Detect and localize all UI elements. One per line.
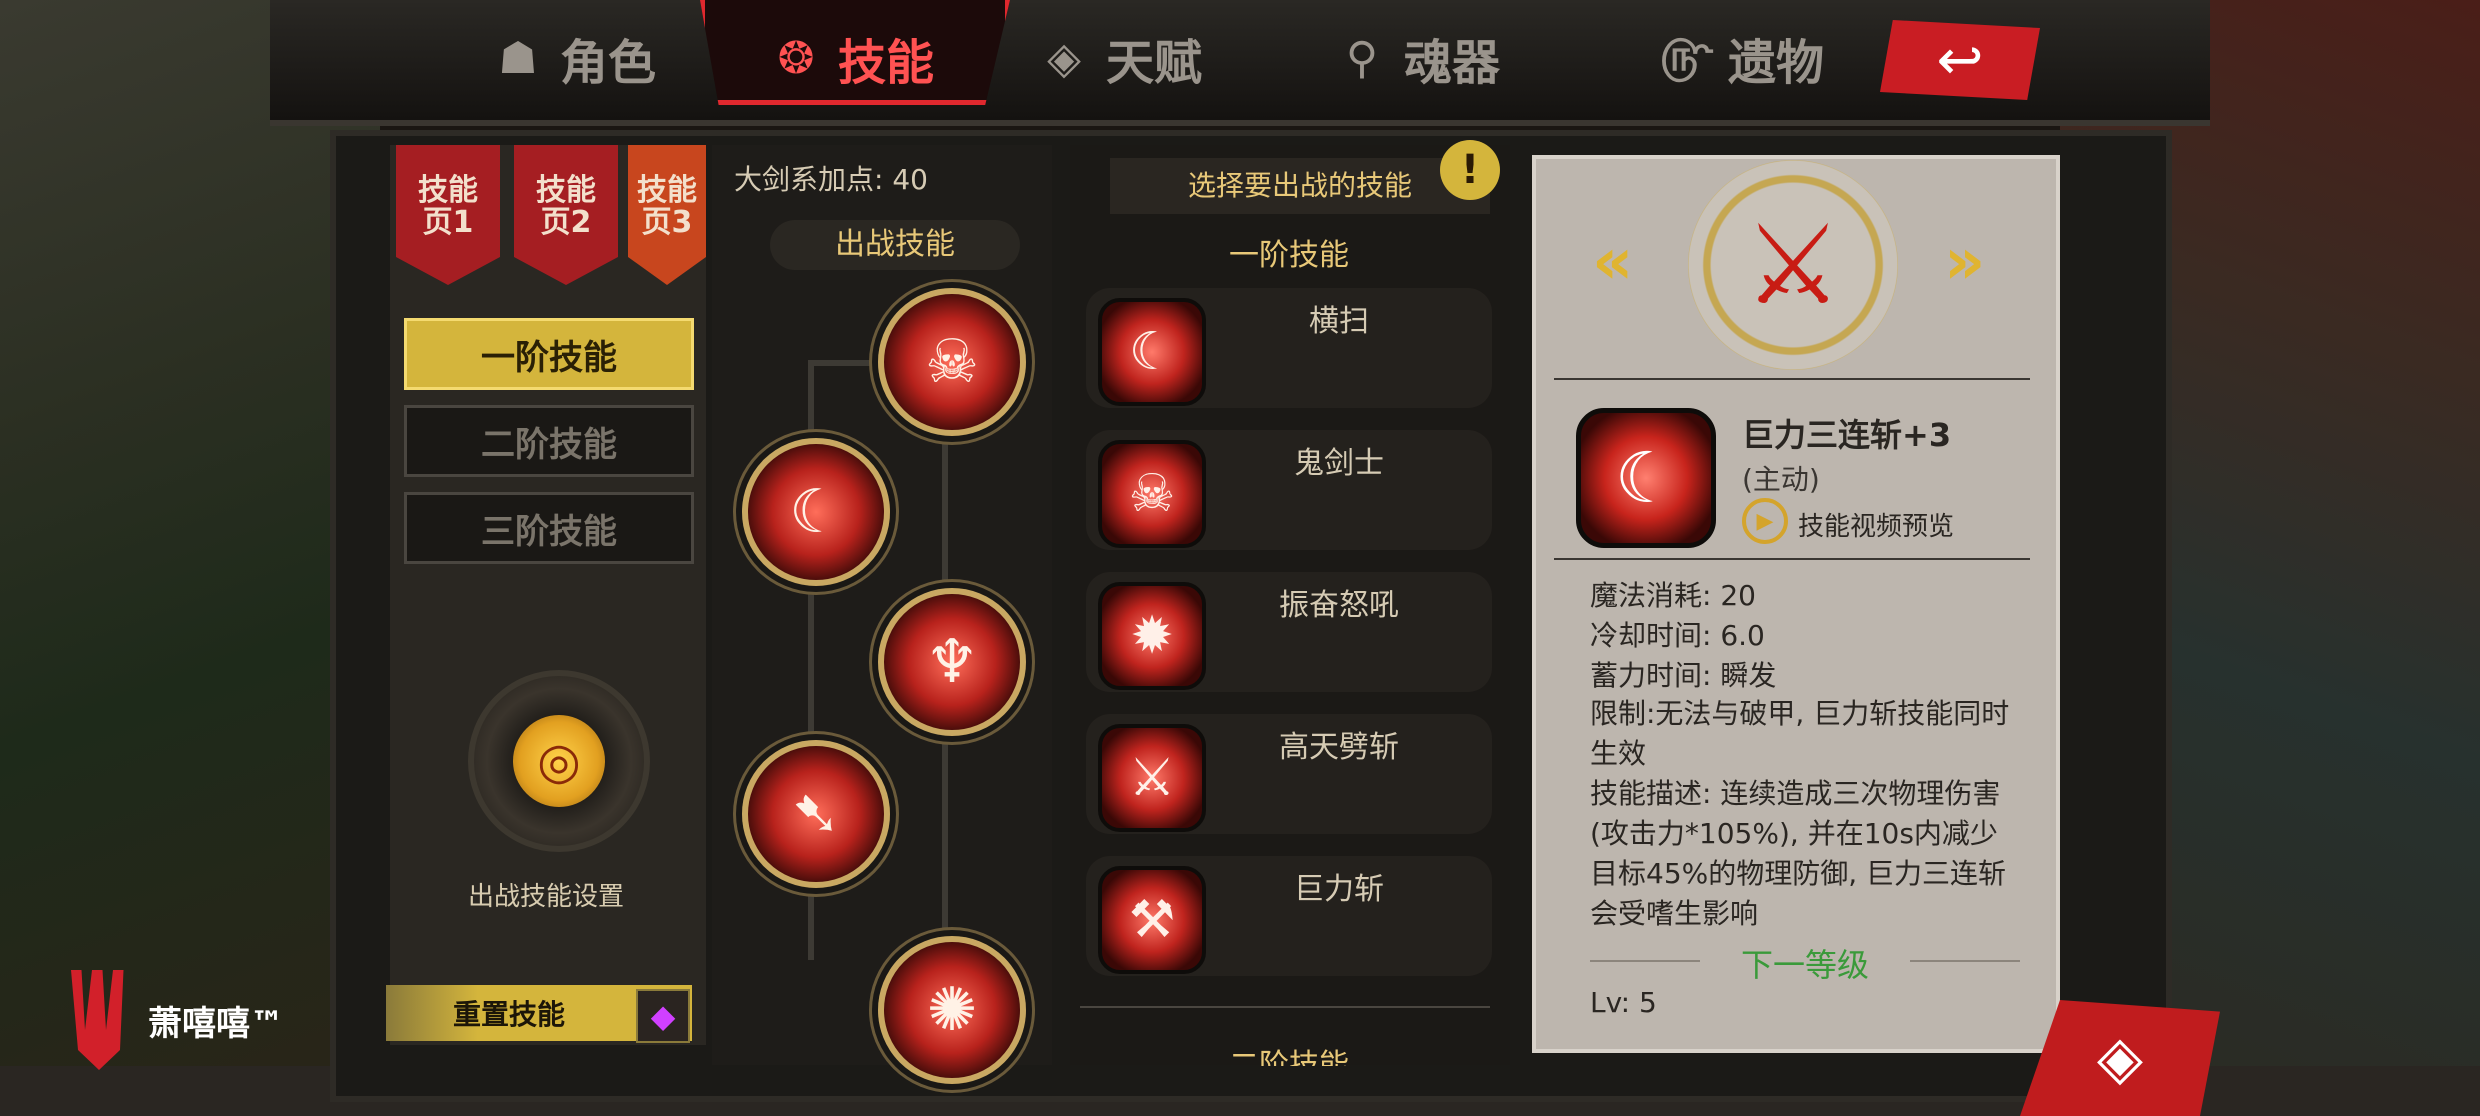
tier-2-button[interactable]: 二阶技能 (404, 405, 694, 477)
skill-page-label: 技能 页1 (418, 173, 478, 240)
tab-label: 技能 (838, 35, 935, 91)
winged-warrior-icon: ♆ (925, 627, 979, 697)
purple-gem-icon: ◆ (636, 989, 690, 1043)
tab-character[interactable]: ☗ 角色 (490, 18, 656, 98)
next-weapon-arrow-icon[interactable]: » (1944, 225, 1985, 299)
video-preview-label[interactable]: 技能视频预览 (1798, 506, 1954, 543)
tab-label: 魂器 (1404, 35, 1501, 91)
next-level-line-right (1910, 960, 2020, 962)
skill-page-1-tab[interactable]: 技能 页1 (396, 145, 500, 285)
tab-label: 天赋 (1106, 35, 1203, 91)
tier-label: 二阶技能 (481, 424, 617, 465)
skill-page-label: 技能 页2 (536, 173, 596, 240)
skill-list-item[interactable]: ⚒ 巨力斩 (1086, 856, 1492, 976)
battle-skill-slot-triple-slash[interactable]: ➷ (742, 740, 890, 888)
skill-page-label: 技能 页3 (637, 173, 697, 240)
skill-page-3-tab[interactable]: 技能 页3 (628, 145, 706, 285)
curve-slash-icon: ➷ (790, 779, 842, 849)
battle-skill-setting-label: 出战技能设置 (467, 882, 624, 912)
tier-label: 一阶技能 (481, 337, 617, 378)
skill-page-2-tab[interactable]: 技能 页2 (514, 145, 618, 285)
scroll-icon: ◈ (2096, 1023, 2144, 1093)
hint-exclamation-icon[interactable]: ! (1440, 140, 1500, 200)
battle-skill-tree-panel (712, 145, 1052, 1065)
skill-description: 技能描述: 连续造成三次物理伤害(攻击力*105%), 并在10s内减少目标45… (1590, 777, 2007, 930)
next-level-label: 下一等级 (1740, 946, 1869, 984)
next-level-value: Lv: 5 (1590, 986, 1657, 1019)
battle-skill-slot-whirl[interactable]: ✺ (878, 936, 1026, 1084)
back-button[interactable]: ↩ (1880, 20, 2040, 100)
skill-name: 振奋怒吼 (1279, 588, 1399, 623)
soul-orb-icon: ⚲ (1345, 32, 1379, 84)
card-divider (1554, 558, 2030, 560)
swirl-emblem-icon: ◎ (513, 715, 605, 807)
battle-skill-slot-roar[interactable]: ♆ (878, 588, 1026, 736)
slash-arc-icon: ☾ (789, 477, 843, 547)
tab-soul-vessel[interactable]: ⚲ 魂器 (1334, 18, 1500, 98)
whirlwind-icon: ✺ (926, 975, 978, 1045)
tier-1-header: 一阶技能 (1229, 238, 1349, 273)
skill-name: 巨力斩 (1294, 872, 1384, 907)
tier-2-header: 二阶技能 (1229, 1048, 1349, 1066)
skill-list-item[interactable]: ✹ 振奋怒吼 (1086, 572, 1492, 692)
prev-weapon-arrow-icon[interactable]: « (1592, 225, 1633, 299)
tier-3-button[interactable]: 三阶技能 (404, 492, 694, 564)
brand-name: 萧嘻嘻™ (148, 1003, 284, 1044)
tier-1-button[interactable]: 一阶技能 (404, 318, 694, 390)
skill-name: 鬼剑士 (1294, 446, 1384, 481)
skill-list-item[interactable]: ⚔ 高天劈斩 (1086, 714, 1492, 834)
skill-detail-type: (主动) (1742, 463, 1820, 496)
diamond-wing-icon: ◈ (1047, 32, 1081, 84)
skill-detail-name: 巨力三连斩+3 (1742, 416, 1952, 454)
skill-list-item[interactable]: ☠ 鬼剑士 (1086, 430, 1492, 550)
card-divider (1554, 378, 2030, 380)
demon-mask-icon: ☗ (498, 32, 538, 84)
cooldown: 冷却时间: 6.0 (1590, 619, 1765, 652)
skill-limit: 限制:无法与破甲, 巨力斩技能同时生效 (1590, 697, 2010, 770)
tab-label: 角色 (560, 35, 657, 91)
skill-list-item[interactable]: ☾ 横扫 (1086, 288, 1492, 408)
skill-swirl-icon: ❂ (777, 32, 815, 84)
demon-face-icon: ☠ (925, 327, 979, 397)
skill-name: 高天劈斩 (1279, 730, 1399, 765)
back-arrow-icon: ↩ (1936, 27, 1984, 93)
tab-talent[interactable]: ◈ 天赋 (1036, 18, 1202, 98)
list-divider (1080, 1006, 1490, 1008)
battle-skill-slot-demon[interactable]: ☠ (878, 288, 1026, 436)
battle-skill-setting-button[interactable]: ◎ (468, 670, 650, 852)
triple-slash-icon: ☾ (1576, 408, 1716, 548)
brand-logo: 萧嘻嘻™ (64, 970, 284, 1070)
charge-time: 蓄力时间: 瞬发 (1590, 659, 1777, 692)
select-skill-hint: 选择要出战的技能 (1110, 158, 1490, 214)
skill-points-label: 大剑系加点: 40 (734, 163, 928, 196)
background-left-scenery (0, 0, 380, 1116)
skill-name: 横扫 (1309, 304, 1369, 339)
tab-relics[interactable]: ௹ 遗物 (1658, 18, 1824, 98)
battle-skills-title: 出战技能 (770, 220, 1020, 270)
brand-claw-icon (71, 970, 124, 1070)
tab-label: 遗物 (1728, 35, 1825, 91)
relic-spiral-icon: ௹ (1659, 29, 1713, 81)
battle-skill-slot-slash[interactable]: ☾ (742, 438, 890, 586)
video-preview-play-icon[interactable]: ▶ (1742, 498, 1788, 544)
reset-label: 重置技能 (452, 998, 565, 1031)
great-sword-emblem-icon: ⚔ (1688, 160, 1898, 370)
mana-cost: 魔法消耗: 20 (1590, 579, 1756, 612)
tab-skills[interactable]: ❂ 技能 (768, 18, 934, 98)
tier-label: 三阶技能 (481, 511, 617, 552)
